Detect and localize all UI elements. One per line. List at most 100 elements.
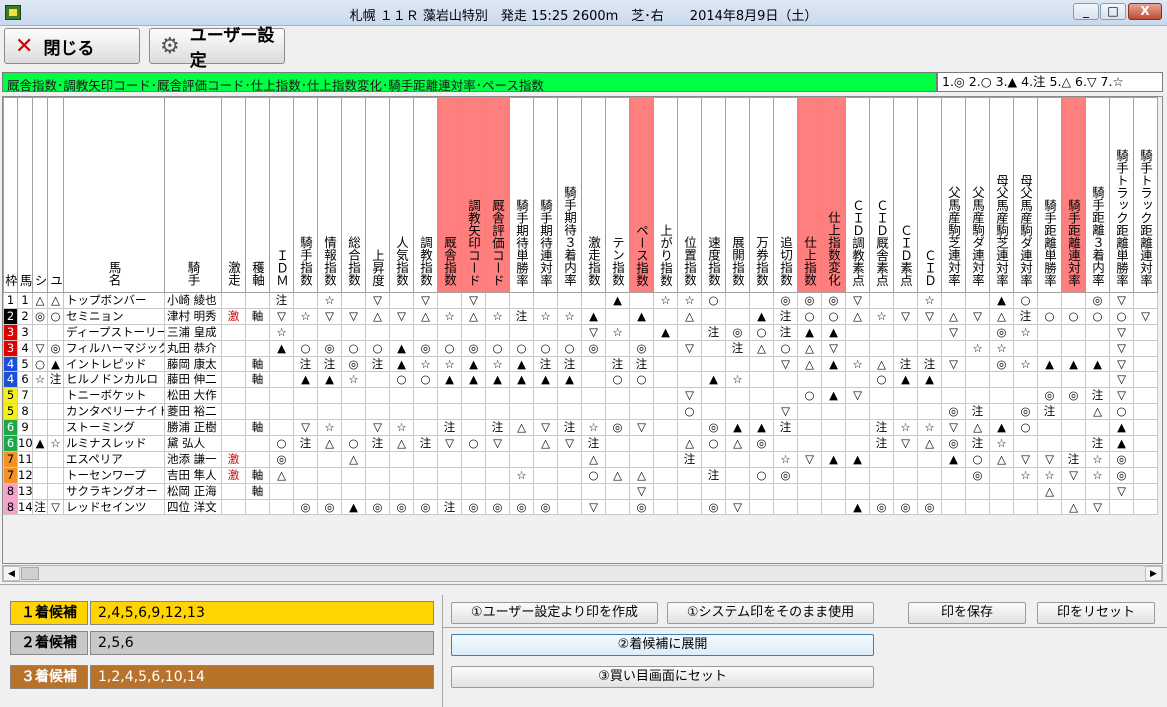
table-cell[interactable] [653, 450, 678, 468]
table-cell[interactable]: ☆ [293, 307, 318, 325]
table-cell[interactable]: ◎ [797, 292, 822, 309]
table-cell[interactable] [413, 450, 438, 468]
table-cell[interactable]: 注 [533, 355, 558, 373]
column-header[interactable]: シ [32, 97, 48, 293]
table-cell[interactable] [725, 450, 750, 468]
table-cell[interactable]: ○ [869, 371, 894, 389]
table-cell[interactable] [245, 403, 270, 421]
table-cell[interactable] [47, 482, 64, 500]
table-cell[interactable] [437, 387, 462, 405]
table-cell[interactable] [1085, 339, 1110, 357]
table-cell[interactable]: ▽ [461, 292, 486, 309]
table-cell[interactable]: ▽ [293, 419, 318, 437]
table-cell[interactable] [32, 323, 48, 341]
table-cell[interactable]: ◎ [821, 292, 846, 309]
table-cell[interactable] [701, 482, 726, 500]
table-cell[interactable]: ○ [461, 435, 486, 452]
table-cell[interactable] [341, 323, 366, 341]
table-cell[interactable] [509, 292, 534, 309]
table-cell[interactable] [869, 387, 894, 405]
table-cell[interactable]: ○ [1061, 307, 1086, 325]
table-cell[interactable] [749, 371, 774, 389]
table-cell[interactable]: ☆ [605, 323, 630, 341]
table-row[interactable]: 8 14 注 ▽ レッドセインツ 四位 洋文 ◎ ◎ ▲ ◎ ◎ ◎ 注 ◎ ◎ ◎ ◎ ▽ ◎ ◎ ▽ ▲ ◎ ◎ ◎ △ ▽ [3, 498, 1158, 516]
table-cell[interactable] [749, 498, 774, 516]
table-cell[interactable] [413, 323, 438, 341]
table-cell[interactable] [221, 419, 246, 437]
table-cell[interactable]: 注 [965, 403, 990, 421]
table-cell[interactable] [533, 482, 558, 500]
column-header[interactable]: 騎手 [164, 97, 222, 293]
table-cell[interactable]: ▲ [461, 355, 486, 373]
table-row[interactable]: 4 6 ☆ 注ヒルノドンカルロ 藤田 伸二軸 ▲ ▲ ☆ ○ ○ ▲ ▲ ▲ ▲ ▲ ▲ ○ ○ ▲ ☆ ○ ▲ ▲ ▽ [3, 371, 1158, 389]
table-cell[interactable] [869, 323, 894, 341]
table-cell[interactable] [413, 466, 438, 484]
table-cell[interactable] [437, 323, 462, 341]
scroll-right-arrow-icon[interactable]: ▶ [1145, 566, 1162, 581]
table-cell[interactable]: ○ [1013, 292, 1038, 309]
table-cell[interactable]: ▽ [1109, 292, 1134, 309]
table-cell[interactable] [221, 292, 246, 309]
table-cell[interactable]: ▲ [557, 371, 582, 389]
column-header[interactable]: 位置指数 [677, 97, 702, 293]
table-cell[interactable]: ▽ [1061, 466, 1086, 484]
table-cell[interactable] [269, 355, 294, 373]
table-cell[interactable]: ○ [437, 339, 462, 357]
table-cell[interactable] [701, 387, 726, 405]
jockey-cell[interactable]: 黛 弘人 [164, 435, 222, 452]
table-cell[interactable]: ◎ [989, 323, 1014, 341]
table-cell[interactable]: △ [509, 419, 534, 437]
frame-number-cell[interactable]: 1 [3, 292, 18, 309]
table-cell[interactable] [293, 323, 318, 341]
table-cell[interactable] [485, 482, 510, 500]
table-cell[interactable]: △ [413, 307, 438, 325]
table-cell[interactable] [581, 355, 606, 373]
table-cell[interactable]: △ [341, 450, 366, 468]
table-cell[interactable] [629, 323, 654, 341]
table-cell[interactable] [1037, 323, 1062, 341]
horse-index-grid[interactable]: 枠馬シユ馬名 騎手 激走 穫軸 ＩＤＭ 騎手指数 情報指数 総合指数 上昇度 人気指数 調教指数 厩舎… [2, 96, 1163, 564]
table-cell[interactable]: ▲ [269, 339, 294, 357]
table-cell[interactable]: ☆ [989, 339, 1014, 357]
table-cell[interactable]: ○ [773, 339, 798, 357]
table-cell[interactable] [1133, 419, 1158, 437]
table-cell[interactable] [749, 482, 774, 500]
column-header[interactable]: 騎手距離３着内率 [1085, 97, 1110, 293]
table-cell[interactable]: ▽ [1109, 339, 1134, 357]
table-cell[interactable]: ▽ [1133, 307, 1158, 325]
table-cell[interactable]: ☆ [437, 307, 462, 325]
table-cell[interactable] [1037, 435, 1062, 452]
table-cell[interactable] [32, 419, 48, 437]
table-cell[interactable]: △ [47, 292, 64, 309]
table-cell[interactable]: ☆ [485, 355, 510, 373]
table-cell[interactable]: ◎ [1109, 466, 1134, 484]
table-cell[interactable] [269, 482, 294, 500]
table-cell[interactable] [1037, 339, 1062, 357]
table-cell[interactable]: ▲ [821, 323, 846, 341]
table-cell[interactable] [1013, 482, 1038, 500]
table-cell[interactable] [605, 450, 630, 468]
column-header[interactable]: 情報指数 [317, 97, 342, 293]
table-cell[interactable]: 注 [1037, 403, 1062, 421]
third-candidate-value[interactable]: 1,2,4,5,6,10,14 [90, 665, 434, 689]
table-cell[interactable] [941, 387, 966, 405]
table-cell[interactable] [1061, 435, 1086, 452]
horse-name-cell[interactable]: トーセンワープ [63, 466, 165, 484]
table-cell[interactable] [437, 292, 462, 309]
table-cell[interactable]: 注 [677, 450, 702, 468]
table-cell[interactable]: ○ [413, 371, 438, 389]
horizontal-scrollbar[interactable]: ◀ ▶ [2, 565, 1163, 582]
table-cell[interactable]: ◎ [725, 323, 750, 341]
table-cell[interactable] [437, 466, 462, 484]
table-cell[interactable]: △ [389, 435, 414, 452]
table-cell[interactable]: 注 [557, 355, 582, 373]
table-cell[interactable] [749, 355, 774, 373]
table-cell[interactable]: ▽ [797, 450, 822, 468]
table-cell[interactable]: ☆ [1013, 323, 1038, 341]
column-header[interactable]: 騎手期待３着内率 [557, 97, 582, 293]
table-cell[interactable] [749, 292, 774, 309]
jockey-cell[interactable]: 小崎 綾也 [164, 292, 222, 309]
table-cell[interactable] [725, 403, 750, 421]
table-cell[interactable]: 激 [221, 450, 246, 468]
table-cell[interactable]: ◎ [581, 339, 606, 357]
